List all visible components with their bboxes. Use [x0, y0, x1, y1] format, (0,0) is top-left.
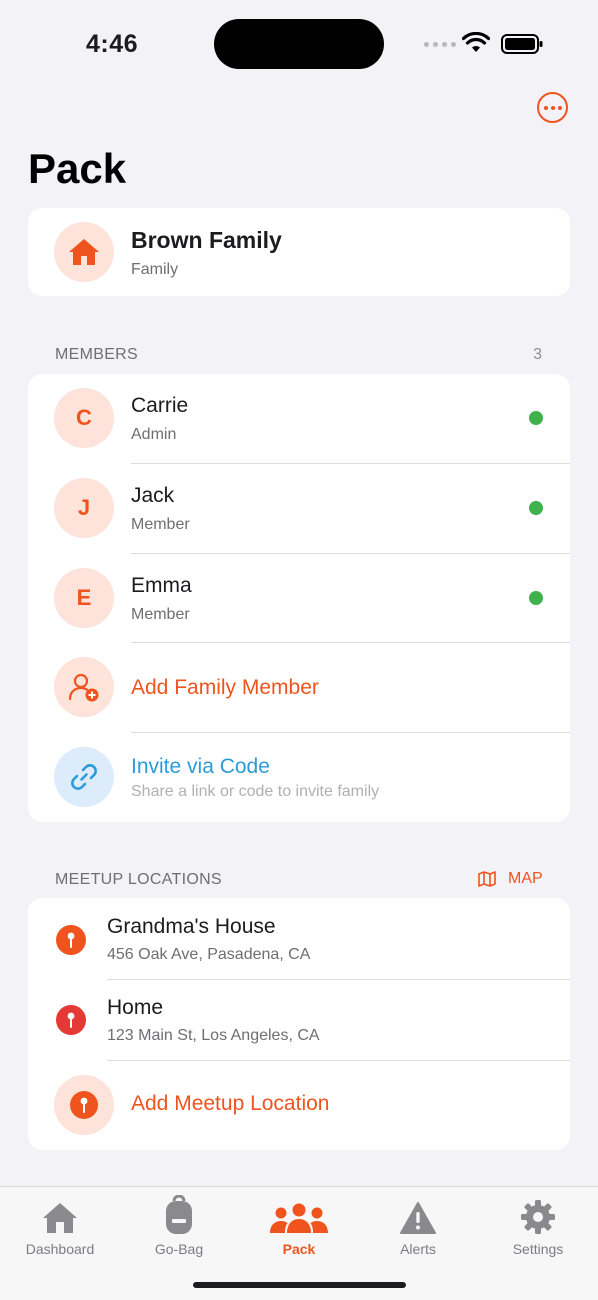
invite-subtitle: Share a link or code to invite family	[131, 783, 380, 800]
invite-via-code-button[interactable]: Invite via Code Share a link or code to …	[28, 733, 570, 822]
member-avatar: E	[54, 568, 114, 628]
online-status-dot	[529, 591, 543, 605]
member-avatar: J	[54, 478, 114, 538]
family-card[interactable]: Brown Family Family	[28, 208, 570, 296]
tab-label: Alerts	[400, 1241, 436, 1257]
status-time: 4:46	[86, 30, 139, 58]
pin-icon	[56, 1005, 86, 1035]
status-bar: 4:46	[0, 0, 598, 80]
members-header: MEMBERS	[55, 346, 138, 363]
location-address: 456 Oak Ave, Pasadena, CA	[107, 946, 311, 963]
member-name: Carrie	[131, 394, 189, 417]
member-role: Member	[131, 516, 190, 533]
tab-alerts[interactable]: Alerts	[358, 1187, 478, 1267]
dynamic-island	[214, 19, 384, 69]
page-title: Pack	[28, 145, 127, 192]
add-location-icon-circle	[54, 1075, 114, 1135]
member-row[interactable]: C Carrie Admin	[28, 374, 570, 463]
location-row[interactable]: Home 123 Main St, Los Angeles, CA	[28, 980, 570, 1060]
location-name: Grandma's House	[107, 915, 276, 938]
add-member-icon-circle	[54, 657, 114, 717]
member-row[interactable]: E Emma Member	[28, 554, 570, 643]
add-family-member-button[interactable]: Add Family Member	[28, 643, 570, 732]
meetup-locations-header: MEETUP LOCATIONS	[55, 871, 222, 888]
member-row[interactable]: J Jack Member	[28, 464, 570, 553]
tab-settings[interactable]: Settings	[478, 1187, 598, 1267]
location-name: Home	[107, 996, 164, 1019]
backpack-icon	[166, 1195, 192, 1234]
family-name: Brown Family	[131, 227, 282, 253]
invite-icon-circle	[54, 747, 114, 807]
family-avatar	[54, 222, 114, 282]
add-person-icon	[68, 673, 99, 702]
tab-label: Dashboard	[25, 1241, 95, 1257]
pin-icon	[56, 925, 86, 955]
add-member-label: Add Family Member	[131, 676, 319, 699]
warning-icon	[400, 1202, 436, 1234]
tab-label: Go-Bag	[154, 1241, 204, 1257]
member-role: Member	[131, 606, 190, 623]
location-row[interactable]: Grandma's House 456 Oak Ave, Pasadena, C…	[28, 898, 570, 979]
location-address: 123 Main St, Los Angeles, CA	[107, 1027, 320, 1044]
family-type: Family	[131, 261, 179, 278]
battery-icon	[501, 34, 543, 59]
members-card: C Carrie Admin J Jack Member E Emma Memb…	[28, 374, 570, 822]
tab-go-bag[interactable]: Go-Bag	[119, 1187, 239, 1267]
online-status-dot	[529, 501, 543, 515]
home-indicator	[193, 1282, 406, 1288]
map-icon	[478, 871, 496, 887]
members-count: 3	[533, 346, 542, 363]
map-button[interactable]: MAP	[478, 870, 543, 888]
tab-dashboard[interactable]: Dashboard	[0, 1187, 120, 1267]
house-icon	[43, 1203, 77, 1233]
member-role: Admin	[131, 426, 177, 443]
member-name: Jack	[131, 484, 175, 507]
member-name: Emma	[131, 574, 192, 597]
invite-title: Invite via Code	[131, 755, 270, 778]
house-icon	[69, 239, 99, 265]
member-avatar: C	[54, 388, 114, 448]
cellular-signal-icon	[424, 42, 456, 47]
tab-label: Pack	[282, 1241, 316, 1257]
tab-label: Settings	[512, 1241, 564, 1257]
map-label: MAP	[508, 870, 543, 887]
pin-icon	[70, 1091, 98, 1119]
add-location-label: Add Meetup Location	[131, 1092, 330, 1115]
more-options-button[interactable]	[537, 92, 568, 123]
tab-pack[interactable]: Pack	[239, 1187, 359, 1267]
meetup-locations-card: Grandma's House 456 Oak Ave, Pasadena, C…	[28, 898, 570, 1150]
gear-icon	[521, 1200, 555, 1234]
wifi-icon	[461, 31, 491, 59]
link-icon	[71, 764, 97, 790]
add-meetup-location-button[interactable]: Add Meetup Location	[28, 1061, 570, 1150]
online-status-dot	[529, 411, 543, 425]
people-icon	[270, 1203, 328, 1233]
